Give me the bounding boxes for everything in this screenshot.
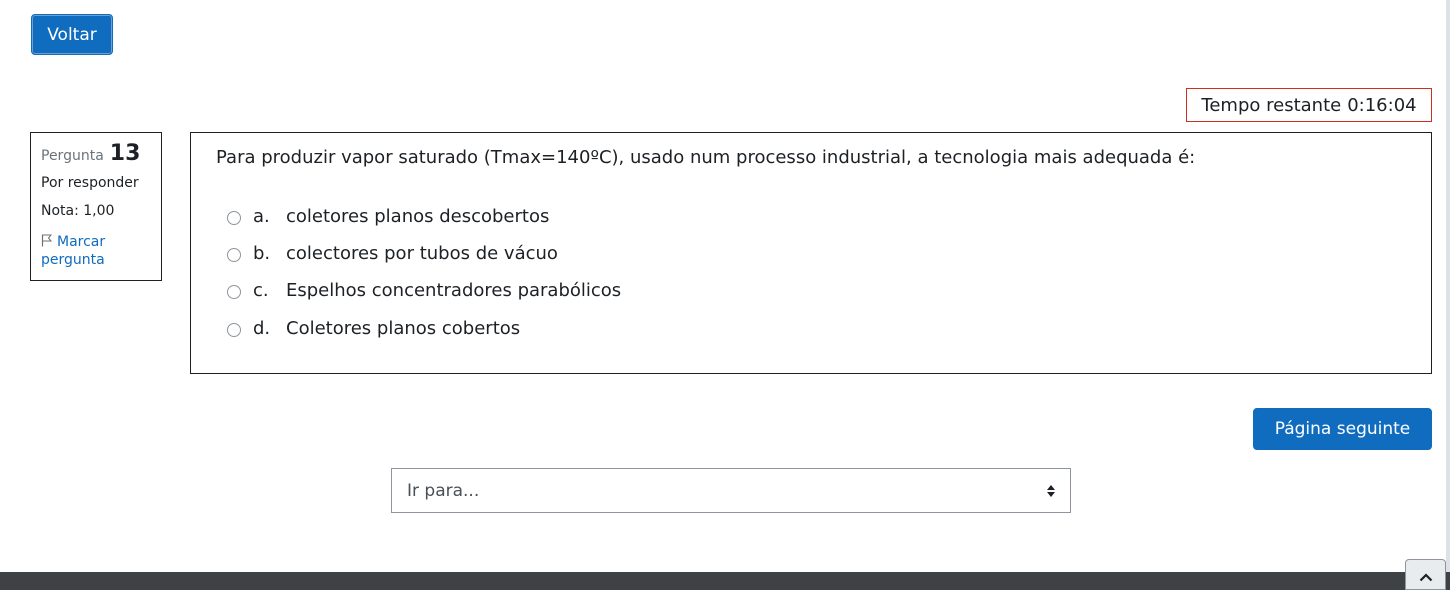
next-page-button[interactable]: Página seguinte xyxy=(1253,408,1432,450)
back-button[interactable]: Voltar xyxy=(31,14,113,55)
flag-icon xyxy=(41,234,53,247)
question-text: Para produzir vapor saturado (Tmax=140ºC… xyxy=(216,147,1196,168)
radio-button[interactable] xyxy=(227,285,241,299)
jump-to-selected: Ir para... xyxy=(407,480,480,501)
timer-label: Tempo restante xyxy=(1201,94,1342,116)
question-info-panel: Pergunta 13 Por responder Nota: 1,00 Mar… xyxy=(30,132,162,281)
question-content: Para produzir vapor saturado (Tmax=140ºC… xyxy=(190,132,1432,374)
sort-caret-icon xyxy=(1047,485,1055,497)
question-number-value: 13 xyxy=(109,141,141,166)
answer-text: Espelhos concentradores parabólicos xyxy=(286,280,622,301)
timer-value: 0:16:04 xyxy=(1347,94,1417,116)
page-right-edge xyxy=(1446,0,1450,572)
question-state: Por responder xyxy=(41,175,139,191)
back-to-top-button[interactable] xyxy=(1405,559,1446,590)
answer-letter: b. xyxy=(253,243,271,264)
answer-option-b[interactable]: b. colectores por tubos de vácuo xyxy=(227,243,558,264)
chevron-up-icon xyxy=(1419,573,1432,582)
question-number: Pergunta 13 xyxy=(41,141,151,171)
radio-button[interactable] xyxy=(227,248,241,262)
answer-option-c[interactable]: c. Espelhos concentradores parabólicos xyxy=(227,280,621,301)
answer-letter: c. xyxy=(253,280,269,301)
page-footer xyxy=(0,572,1450,590)
answer-option-a[interactable]: a. coletores planos descobertos xyxy=(227,206,549,227)
answer-text: coletores planos descobertos xyxy=(286,206,550,227)
radio-button[interactable] xyxy=(227,323,241,337)
answer-text: colectores por tubos de vácuo xyxy=(286,243,558,264)
quiz-timer: Tempo restante 0:16:04 xyxy=(1186,88,1432,122)
question-grade: Nota: 1,00 xyxy=(41,203,115,219)
answer-letter: a. xyxy=(253,206,270,227)
answer-letter: d. xyxy=(253,318,271,339)
answer-text: Coletores planos cobertos xyxy=(286,318,521,339)
question-number-prefix: Pergunta xyxy=(41,148,104,164)
answer-option-d[interactable]: d. Coletores planos cobertos xyxy=(227,318,520,339)
flag-question-link[interactable]: Marcar pergunta xyxy=(41,233,151,269)
jump-to-select[interactable]: Ir para... xyxy=(391,468,1071,513)
radio-button[interactable] xyxy=(227,211,241,225)
